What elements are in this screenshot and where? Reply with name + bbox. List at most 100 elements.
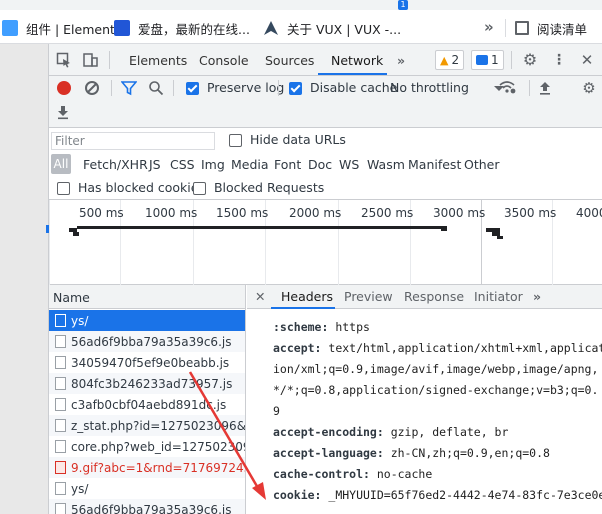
filter-type-ws[interactable]: WS	[339, 157, 359, 172]
tab-elements[interactable]: Elements	[129, 53, 187, 68]
request-row[interactable]: 56ad6f9bba79a35a39c6.js	[49, 499, 245, 514]
request-row[interactable]: ys/	[49, 478, 245, 499]
request-row[interactable]: 9.gif?abc=1&rnd=717697245	[49, 457, 245, 478]
file-icon	[55, 356, 66, 369]
bookmarks-overflow-button[interactable]: »	[484, 18, 494, 36]
time-tick: 2500 ms	[361, 206, 414, 220]
filter-type-font[interactable]: Font	[274, 157, 301, 172]
header-line: accept: text/html,application/xhtml+xml,…	[273, 338, 602, 359]
reading-list-button[interactable]: 阅读清单	[515, 18, 587, 38]
blocked-requests-label: Blocked Requests	[213, 180, 325, 195]
tab-headers[interactable]: Headers	[281, 289, 333, 304]
disable-cache-label: Disable cache	[309, 80, 398, 95]
request-bar	[497, 236, 503, 239]
checkbox-unchecked	[229, 134, 242, 147]
tab-preview[interactable]: Preview	[344, 289, 393, 304]
request-list: ys/56ad6f9bba79a35a39c6.js 34059470f5ef9e…	[49, 309, 246, 514]
time-tick: 3500 ms	[504, 206, 557, 220]
export-har-icon[interactable]	[55, 104, 71, 120]
bookmark-element[interactable]: 组件 | Element	[2, 18, 115, 38]
request-row[interactable]: 34059470f5ef9e0beabb.js	[49, 352, 245, 373]
has-blocked-cookies-checkbox[interactable]: Has blocked cookies	[57, 180, 205, 195]
bookmark-vux[interactable]: 关于 VUX | VUX -...	[263, 18, 401, 38]
request-row[interactable]: core.php?web_id=127502309...	[49, 436, 246, 457]
import-har-icon[interactable]	[537, 80, 553, 96]
message-icon	[476, 55, 488, 65]
more-detail-tabs-button[interactable]: »	[533, 289, 541, 304]
filter-type-doc[interactable]: Doc	[308, 157, 332, 172]
filter-type-css[interactable]: CSS	[170, 157, 195, 172]
customize-menu-icon[interactable]: ⋮	[551, 52, 567, 68]
request-row[interactable]: ys/	[49, 310, 245, 331]
blocked-requests-checkbox[interactable]: Blocked Requests	[193, 180, 324, 195]
disable-cache-checkbox[interactable]: Disable cache	[289, 80, 397, 95]
toolbar-divider	[111, 80, 112, 96]
filter-type-all[interactable]: All	[51, 154, 71, 174]
filter-funnel-icon[interactable]	[120, 80, 138, 99]
settings-gear-icon[interactable]: ⚙	[522, 52, 538, 68]
filter-type-img[interactable]: Img	[201, 157, 225, 172]
search-icon[interactable]	[148, 80, 164, 99]
request-name: ys/	[71, 313, 89, 328]
close-devtools-icon[interactable]: ✕	[579, 52, 595, 68]
time-tick: 1500 ms	[216, 206, 269, 220]
header-value: text/html,application/xhtml+xml,applicat	[321, 341, 602, 355]
close-detail-icon[interactable]: ✕	[255, 289, 265, 304]
network-conditions-icon[interactable]	[498, 79, 516, 95]
filter-type-manifest[interactable]: Manifest	[408, 157, 461, 172]
tab-initiator[interactable]: Initiator	[474, 289, 523, 304]
checkbox-checked	[289, 82, 302, 95]
hide-data-urls-checkbox[interactable]: Hide data URLs	[229, 132, 346, 147]
request-row[interactable]: c3afb0cbf04aebd891dc.js	[49, 394, 245, 415]
bookmark-label: 关于 VUX | VUX -...	[287, 21, 402, 37]
device-toolbar-icon[interactable]	[82, 52, 98, 68]
network-settings-gear-icon[interactable]: ⚙	[581, 80, 597, 96]
more-tabs-button[interactable]: »	[397, 53, 405, 68]
request-row[interactable]: z_stat.php?id=1275023096&w...	[49, 415, 245, 436]
tab-sources[interactable]: Sources	[265, 53, 314, 68]
time-tick: 500 ms	[79, 206, 124, 220]
header-key: accept-language:	[273, 446, 384, 460]
clear-icon[interactable]	[85, 81, 99, 95]
record-icon[interactable]	[57, 81, 71, 95]
filter-type-other[interactable]: Other	[464, 157, 500, 172]
network-overview-timeline[interactable]: 500 ms 1000 ms 1500 ms 2000 ms 2500 ms 3…	[49, 200, 602, 285]
column-header-name[interactable]: Name	[49, 285, 246, 309]
tab-strip-edge	[0, 0, 602, 10]
tab-network[interactable]: Network	[331, 53, 383, 68]
preserve-log-checkbox[interactable]: Preserve log	[186, 80, 284, 95]
header-value: no-cache	[369, 467, 433, 481]
page-viewport	[0, 44, 49, 514]
header-value: 9	[273, 404, 280, 418]
toolbar-divider	[109, 51, 110, 69]
tab-console[interactable]: Console	[199, 53, 249, 68]
tab-response[interactable]: Response	[404, 289, 464, 304]
checkbox-unchecked	[57, 182, 70, 195]
bookmark-aipan[interactable]: 爱盘，最新的在线...	[114, 18, 250, 38]
inspect-element-icon[interactable]	[56, 52, 72, 68]
header-key: cookie:	[273, 488, 322, 502]
messages-badge[interactable]: 1	[471, 50, 504, 70]
reading-list-icon	[515, 21, 529, 35]
request-row[interactable]: 56ad6f9bba79a35a39c6.js	[49, 331, 245, 352]
request-name: core.php?web_id=127502309...	[71, 439, 246, 454]
header-line: accept-encoding: gzip, deflate, br	[273, 422, 602, 443]
bookmark-label: 爱盘，最新的在线...	[138, 21, 250, 37]
bookmarks-divider	[505, 19, 506, 37]
request-row[interactable]: 804fc3b246233ad73957.js	[49, 373, 245, 394]
warnings-badge[interactable]: ▲ 2	[435, 50, 465, 70]
filter-type-media[interactable]: Media	[231, 157, 269, 172]
toolbar-divider	[173, 80, 174, 96]
filter-type-wasm[interactable]: Wasm	[367, 157, 405, 172]
warning-icon: ▲	[440, 53, 449, 67]
filter-type-fetch-xhr[interactable]: Fetch/XHR	[83, 157, 148, 172]
active-tab-indicator	[271, 307, 335, 309]
throttling-select[interactable]: No throttling	[390, 80, 469, 95]
request-name: 56ad6f9bba79a35a39c6.js	[71, 502, 232, 514]
filter-input[interactable]: Filter	[51, 132, 215, 150]
filter-type-js[interactable]: JS	[149, 157, 161, 172]
header-line: :scheme: https	[273, 317, 602, 338]
vux-logo-icon	[263, 20, 279, 36]
grid-line	[49, 200, 50, 285]
file-icon	[55, 461, 66, 474]
